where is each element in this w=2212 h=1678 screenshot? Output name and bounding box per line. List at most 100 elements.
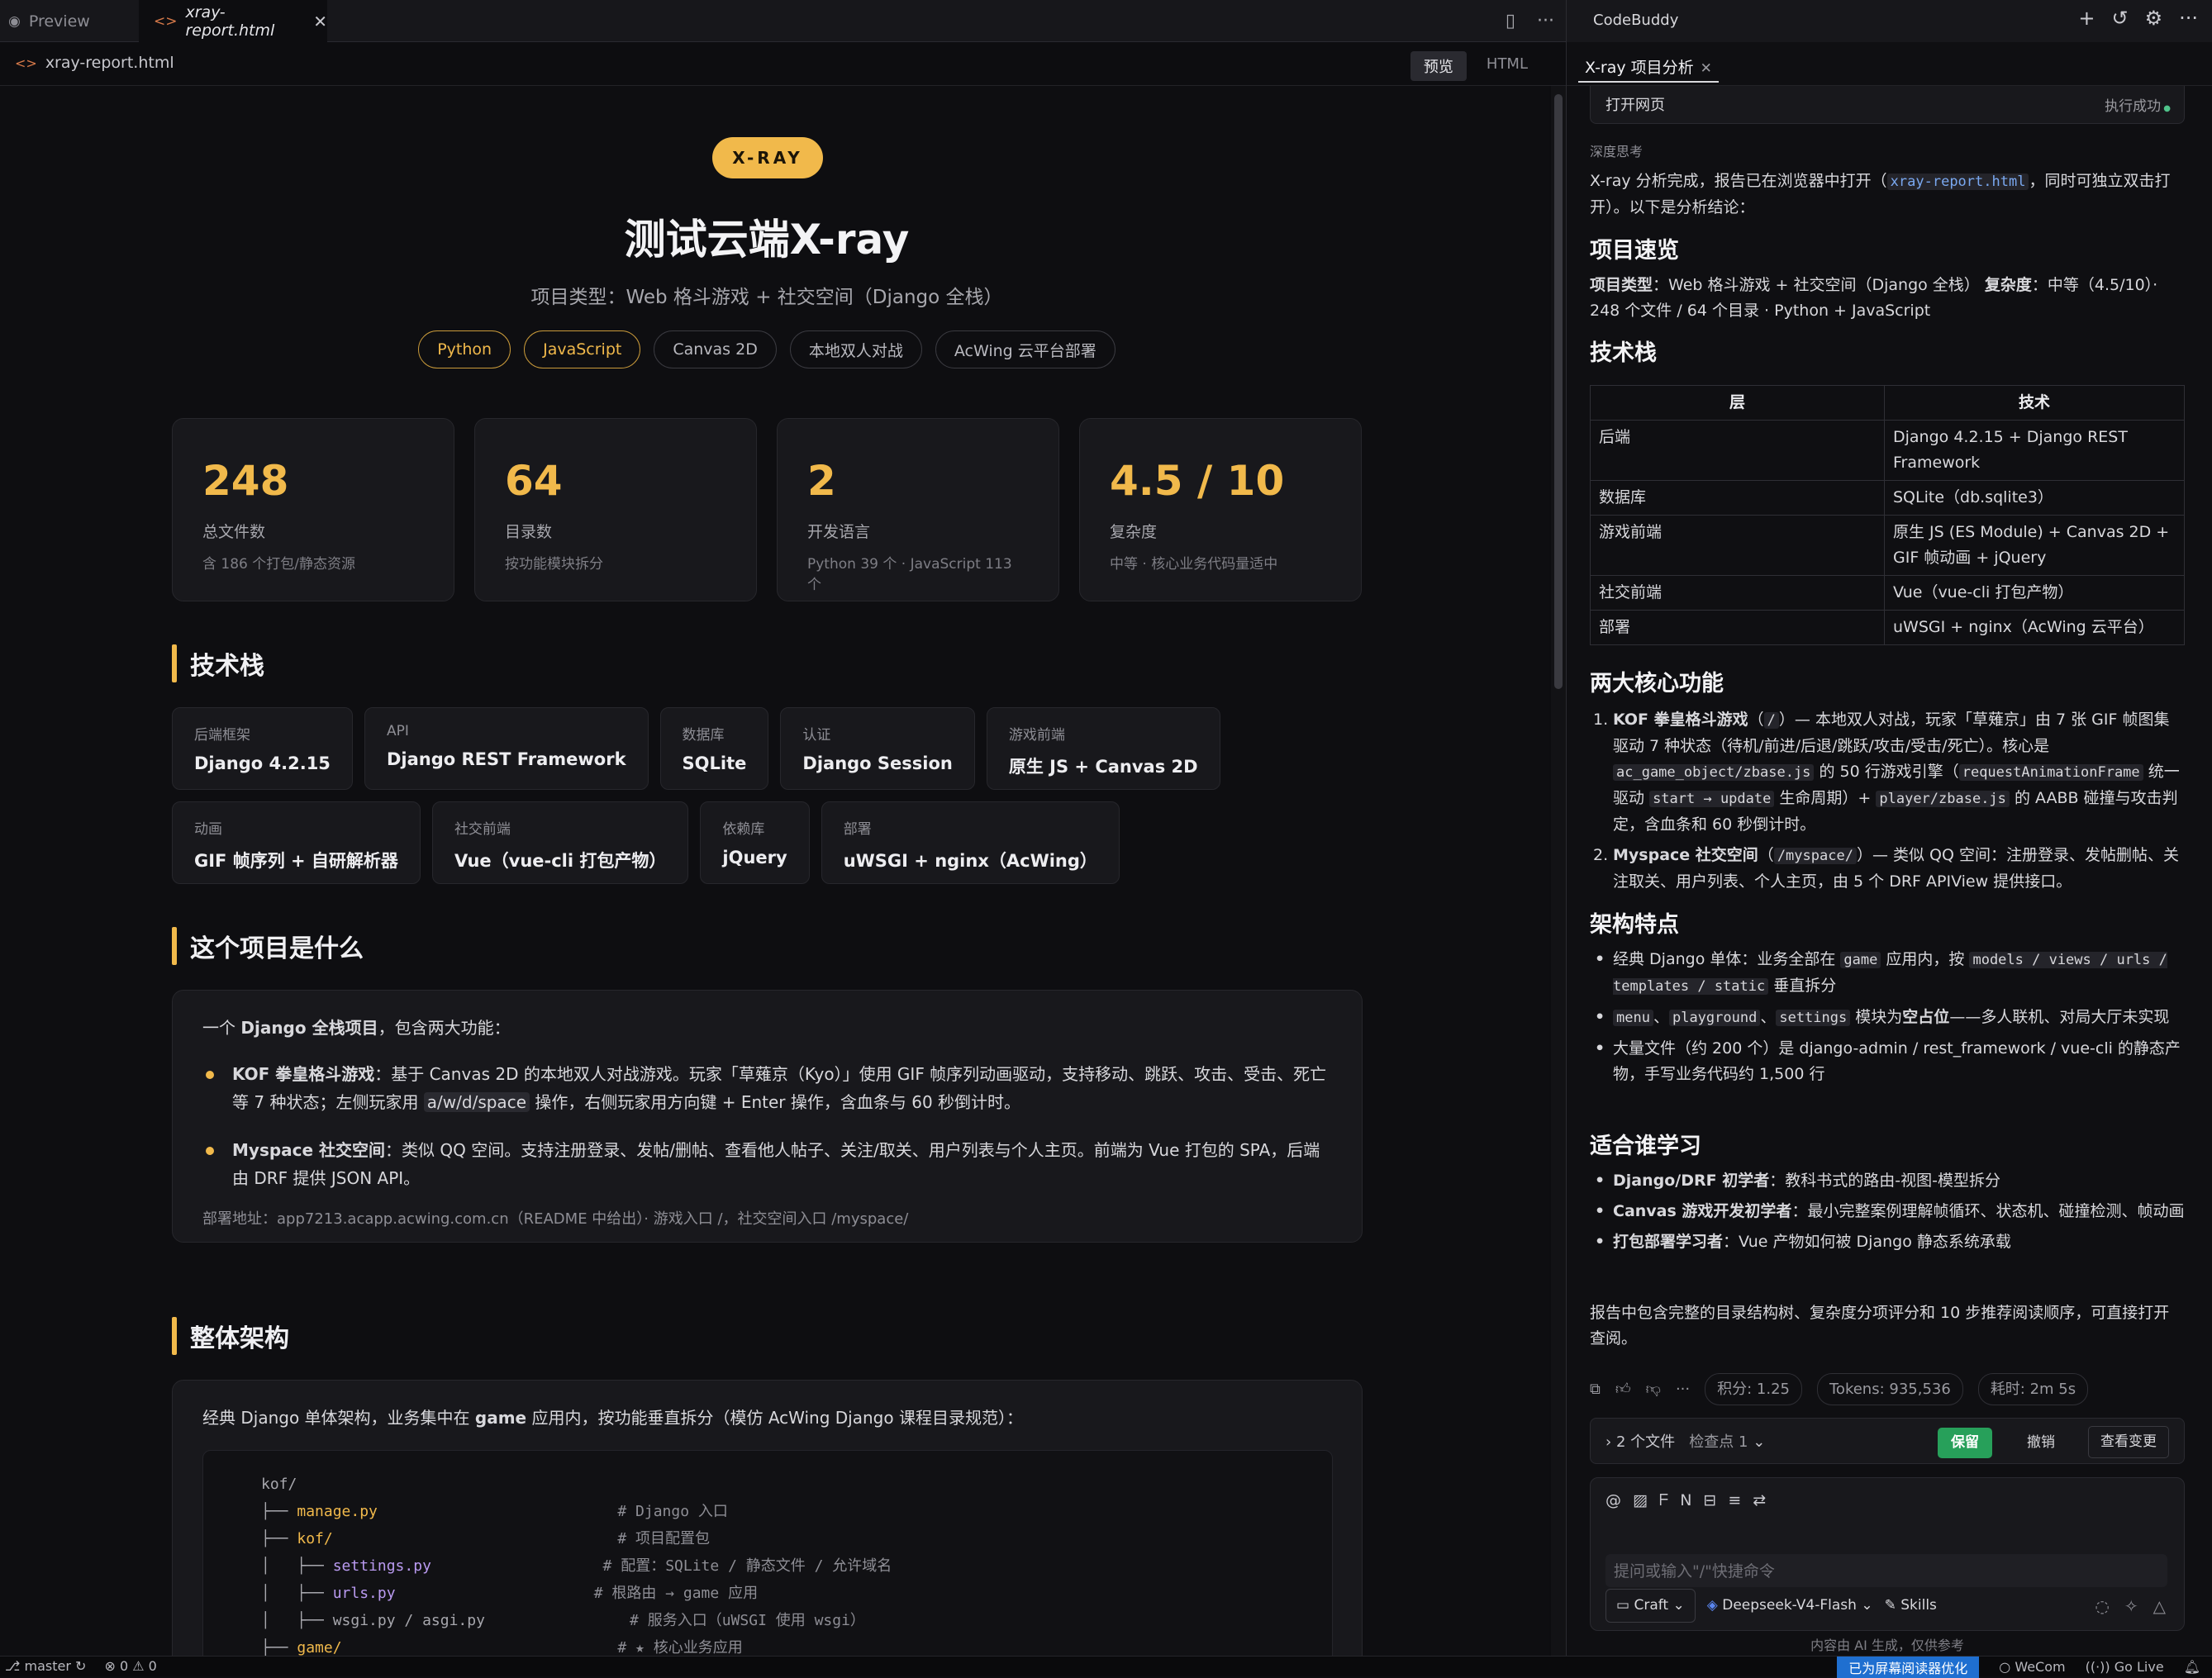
- stat-label: 总文件数: [202, 523, 266, 541]
- image-icon[interactable]: ▨: [1633, 1488, 1648, 1514]
- mode-select[interactable]: ▭ Craft ⌄: [1605, 1589, 1696, 1623]
- send-icon[interactable]: △: [2153, 1594, 2166, 1619]
- close-icon[interactable]: ✕: [1701, 60, 1712, 77]
- accessibility-indicator[interactable]: 已为屏幕阅读器优化: [1837, 1656, 1980, 1678]
- problems-indicator[interactable]: ⊗ 0 ⚠ 0: [104, 1658, 156, 1674]
- tech-value: Django 4.2.15: [194, 753, 331, 773]
- tag-chips: Python JavaScript Canvas 2D 本地双人对战 AcWing 云平…: [0, 330, 1534, 368]
- message-metrics: ⧉ 👍︎ 👎︎ ··· 积分: 1.25 Tokens: 935,536 耗时:…: [1590, 1372, 2185, 1405]
- stat-card: 4.5 / 10 复杂度 中等 · 核心业务代码量适中: [1079, 418, 1362, 601]
- tech-value: 原生 JS + Canvas 2D: [1008, 757, 1198, 777]
- book-icon[interactable]: ⊟: [1703, 1488, 1716, 1514]
- enhance-icon[interactable]: ✧: [2124, 1594, 2138, 1619]
- list-item: 打包部署学习者：Vue 产物如何被 Django 静态系统承载: [1590, 1229, 2185, 1255]
- page-subtitle: 项目类型：Web 格斗游戏 + 社交空间（Django 全栈）: [530, 287, 1003, 308]
- tree-name: wsgi.py / asgi.py: [332, 1612, 485, 1629]
- points-badge: 积分: 1.25: [1705, 1372, 1802, 1405]
- ai-disclaimer: 内容由 AI 生成，仅供参考: [1810, 1638, 1964, 1653]
- table-cell: 部署: [1590, 610, 1885, 645]
- tree-line: kof/: [261, 1471, 1332, 1498]
- status-bar: ⎇ master ↻ ⊗ 0 ⚠ 0 已为屏幕阅读器优化 ○ WeCom ((·…: [0, 1656, 2212, 1678]
- notion-icon[interactable]: N: [1680, 1488, 1691, 1514]
- chevron-down-icon[interactable]: ⌄: [1753, 1433, 1765, 1451]
- deploy-note: 部署地址：app7213.acapp.acwing.com.cn（README …: [202, 1210, 909, 1228]
- copy-icon[interactable]: ⧉: [1590, 1376, 1601, 1402]
- section-title-what: 这个项目是什么: [172, 927, 364, 965]
- checkpoint-select[interactable]: 检查点 1: [1689, 1433, 1748, 1451]
- split-editor-icon[interactable]: ▯: [1506, 11, 1515, 31]
- tech-key: 依赖库: [722, 821, 765, 838]
- more-icon[interactable]: ···: [1537, 11, 1554, 31]
- thumbs-up-icon[interactable]: 👍︎: [1615, 1376, 1631, 1402]
- tech-card: 认证 Django Session: [780, 707, 975, 790]
- heading-arch: 架构特点: [1590, 912, 1679, 938]
- tech-card: 游戏前端 原生 JS + Canvas 2D: [986, 707, 1220, 790]
- overview-text: 项目类型：Web 格斗游戏 + 社交空间（Django 全栈） 复杂度：中等（4…: [1590, 276, 2158, 320]
- tab-xray-report[interactable]: <> xray-report.html ✕: [139, 0, 327, 42]
- tech-card: 部署 uWSGI + nginx（AcWing）: [821, 801, 1120, 884]
- assistant-tab-bar: X-ray 项目分析 ✕: [1567, 42, 2212, 86]
- stat-value: 64: [505, 457, 563, 505]
- tree-comment: # 配置：SQLite / 静态文件 / 允许域名: [593, 1557, 892, 1575]
- tech-value: jQuery: [722, 848, 787, 868]
- tree-branch: │ ├──: [261, 1612, 333, 1629]
- undo-button[interactable]: 撤销: [2020, 1428, 2062, 1458]
- stat-label: 目录数: [505, 523, 553, 541]
- xray-badge: X-RAY: [712, 137, 823, 178]
- preview-toggle-button[interactable]: 预览: [1410, 51, 1467, 81]
- list-item: Django/DRF 初学者：教科书式的路由-视图-模型拆分: [1590, 1168, 2185, 1194]
- tree-comment: # ★ 核心业务应用: [617, 1639, 743, 1656]
- scrollbar-thumb[interactable]: [1554, 94, 1563, 689]
- close-icon[interactable]: ✕: [313, 12, 327, 31]
- tech-value: Django REST Framework: [386, 749, 626, 769]
- stat-sub: Python 39 个 · JavaScript 113 个: [807, 556, 1012, 593]
- report-link[interactable]: xray-report.html: [1886, 174, 2029, 190]
- who-list: Django/DRF 初学者：教科书式的路由-视图-模型拆分 Canvas 游戏开…: [1590, 1168, 2185, 1260]
- tab-preview[interactable]: ◉ Preview: [0, 0, 139, 42]
- golive-button[interactable]: ((·)) Go Live: [2086, 1659, 2164, 1675]
- tree-branch: │ ├──: [261, 1585, 333, 1602]
- thumbs-down-icon[interactable]: 👎︎: [1646, 1376, 1661, 1402]
- gear-icon[interactable]: ⚙: [2145, 7, 2163, 30]
- tag-chip: JavaScript: [524, 330, 641, 368]
- wecom-indicator[interactable]: ○ WeCom: [1999, 1659, 2065, 1675]
- skills-button[interactable]: ✎ Skills: [1885, 1593, 1937, 1619]
- stat-card: 248 总文件数含 186 个打包/静态资源: [172, 418, 454, 601]
- table-cell: Django 4.2.15 + Django REST Framework: [1884, 420, 2185, 481]
- list-item: KOF 拳皇格斗游戏：基于 Canvas 2D 的本地双人对战游戏。玩家「草薙京…: [202, 1060, 1332, 1116]
- table-row: 社交前端 Vue（vue-cli 打包产物）: [1590, 575, 2185, 611]
- tree-line: ├── kof/ # 项目配置包: [261, 1525, 1332, 1552]
- tool-call-bar[interactable]: 打开网页 执行成功: [1590, 86, 2185, 124]
- who-text: ：最小完整案例理解帧循环、状态机、碰撞检测、帧动画: [1791, 1202, 2185, 1220]
- at-icon[interactable]: @: [1605, 1488, 1621, 1514]
- figma-icon[interactable]: ᖴ: [1659, 1488, 1668, 1514]
- model-select[interactable]: ◈ Deepseek-V4-Flash ⌄: [1707, 1593, 1873, 1619]
- tag-chip: AcWing 云平台部署: [935, 330, 1116, 368]
- stat-value: 248: [202, 457, 289, 505]
- bell-icon[interactable]: 🔔︎: [2184, 1659, 2200, 1675]
- translate-icon[interactable]: ⇄: [1753, 1488, 1766, 1514]
- keep-button[interactable]: 保留: [1938, 1428, 1992, 1458]
- chat-input[interactable]: 提问或输入"/"快捷命令: [1605, 1554, 2167, 1587]
- tech-value: SQLite: [682, 753, 747, 773]
- tech-key: 社交前端: [454, 821, 511, 838]
- who-bold: 打包部署学习者: [1613, 1233, 1724, 1251]
- list-icon[interactable]: ≡: [1728, 1488, 1741, 1514]
- review-changes-button[interactable]: 查看变更: [2088, 1426, 2169, 1458]
- branch-indicator[interactable]: ⎇ master ↻: [5, 1658, 86, 1674]
- tech-key: 部署: [843, 821, 872, 838]
- history-icon[interactable]: ↺: [2111, 7, 2128, 30]
- plus-icon[interactable]: +: [2078, 7, 2095, 30]
- more-icon[interactable]: ···: [2179, 7, 2198, 30]
- more-icon[interactable]: ···: [1676, 1376, 1690, 1402]
- tab-xray-analysis[interactable]: X-ray 项目分析 ✕: [1578, 52, 1719, 83]
- list-item: 2. Myspace 社交空间（/myspace/）— 类似 QQ 空间：注册登录…: [1593, 846, 2179, 891]
- scrollbar[interactable]: [1551, 86, 1566, 1656]
- files-count[interactable]: 2 个文件: [1616, 1433, 1675, 1451]
- stat-label: 开发语言: [807, 523, 871, 541]
- chevron-right-icon[interactable]: ›: [1605, 1433, 1611, 1451]
- tag-chip: Python: [418, 330, 511, 368]
- html-toggle-button[interactable]: HTML: [1473, 51, 1541, 81]
- tree-branch: ├──: [261, 1503, 297, 1520]
- tree-line: │ ├── wsgi.py / asgi.py # 服务入口（uWSGI 使用 …: [261, 1607, 1332, 1634]
